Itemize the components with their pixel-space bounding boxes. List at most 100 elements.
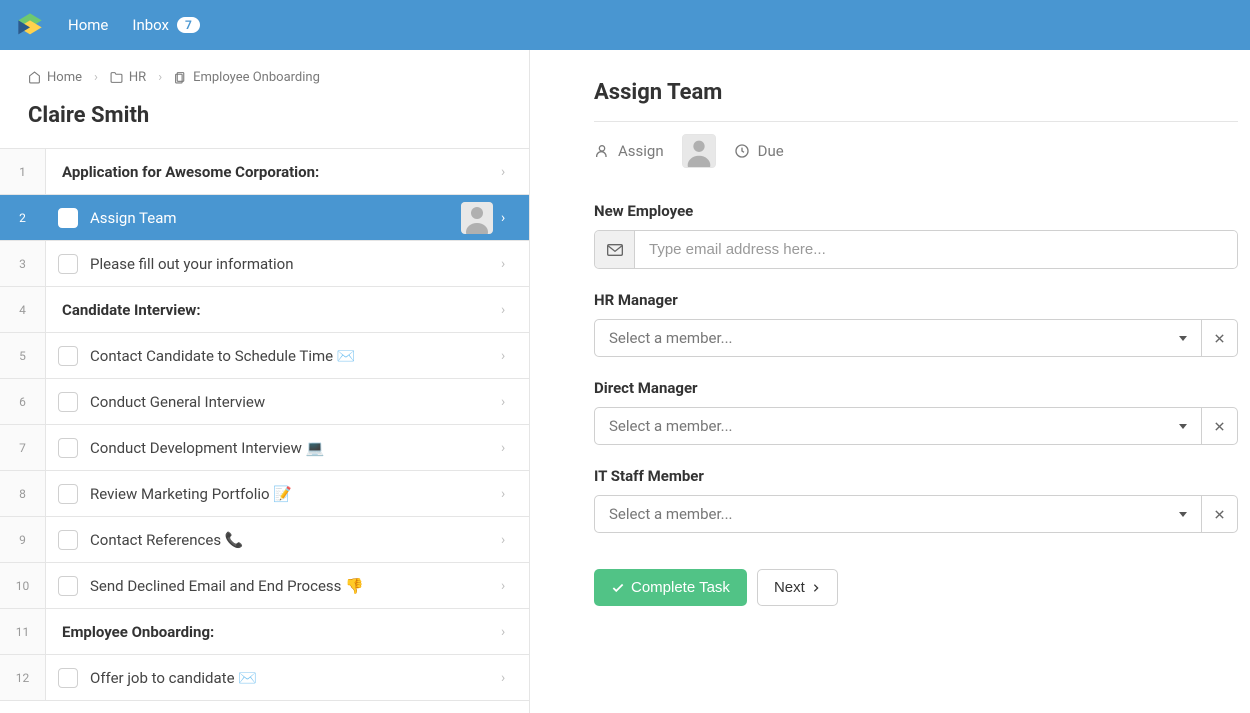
task-checkbox[interactable]	[58, 530, 78, 550]
due-action[interactable]: Due	[734, 142, 784, 160]
chevron-right-icon: ›	[158, 70, 162, 85]
task-row[interactable]: 5 Contact Candidate to Schedule Time ✉️›	[0, 333, 529, 379]
document-icon	[174, 71, 187, 84]
hr-manager-select[interactable]: Select a member...	[594, 319, 1202, 357]
task-number: 1	[0, 149, 46, 194]
task-row[interactable]: 9 Contact References 📞›	[0, 517, 529, 563]
task-row[interactable]: 3Please fill out your information›	[0, 241, 529, 287]
divider	[594, 121, 1238, 122]
task-sidebar: Home › HR › Employee Onboarding Claire S…	[0, 50, 530, 713]
task-label: Application for Awesome Corporation:	[62, 163, 501, 181]
detail-panel: Assign Team Assign Due New Employee	[530, 50, 1250, 713]
direct-manager-select[interactable]: Select a member...	[594, 407, 1202, 445]
task-number: 5	[0, 333, 46, 378]
task-list: 1Application for Awesome Corporation:›2A…	[0, 148, 529, 701]
nav-home[interactable]: Home	[68, 16, 108, 34]
direct-manager-clear[interactable]	[1202, 407, 1238, 445]
chevron-right-icon: ›	[501, 348, 519, 364]
folder-icon	[110, 71, 123, 84]
task-number: 4	[0, 287, 46, 332]
new-employee-input[interactable]	[635, 231, 1237, 268]
task-label: Candidate Interview:	[62, 301, 501, 319]
task-checkbox[interactable]	[58, 438, 78, 458]
task-row[interactable]: 12 Offer job to candidate ✉️›	[0, 655, 529, 701]
assign-action[interactable]: Assign	[594, 142, 664, 160]
it-staff-clear[interactable]	[1202, 495, 1238, 533]
it-staff-select[interactable]: Select a member...	[594, 495, 1202, 533]
user-icon	[594, 143, 610, 159]
task-checkbox[interactable]	[58, 668, 78, 688]
task-number: 8	[0, 471, 46, 516]
task-number: 9	[0, 517, 46, 562]
task-checkbox[interactable]	[58, 254, 78, 274]
task-label: Review Marketing Portfolio 📝	[90, 485, 501, 503]
task-row[interactable]: 4 Candidate Interview:›	[0, 287, 529, 333]
task-checkbox[interactable]	[58, 484, 78, 504]
chevron-right-icon: ›	[501, 210, 519, 226]
chevron-right-icon: ›	[501, 670, 519, 686]
chevron-right-icon	[811, 581, 821, 595]
breadcrumb-home[interactable]: Home	[28, 70, 82, 85]
chevron-right-icon: ›	[501, 302, 519, 318]
task-row[interactable]: 2 Assign Team ›	[0, 195, 529, 241]
task-row[interactable]: 7Conduct Development Interview 💻›	[0, 425, 529, 471]
close-icon	[1214, 509, 1225, 520]
new-employee-label: New Employee	[594, 202, 1238, 220]
next-button[interactable]: Next	[757, 569, 838, 606]
direct-manager-label: Direct Manager	[594, 379, 1238, 397]
task-label: Assign Team	[90, 209, 461, 227]
breadcrumb-folder[interactable]: HR	[110, 70, 146, 85]
task-row[interactable]: 6Conduct General Interview›	[0, 379, 529, 425]
task-label: Conduct Development Interview 💻	[90, 439, 501, 457]
task-row[interactable]: 8 Review Marketing Portfolio 📝›	[0, 471, 529, 517]
task-row[interactable]: 11 Employee Onboarding:›	[0, 609, 529, 655]
hr-manager-clear[interactable]	[1202, 319, 1238, 357]
task-number: 2	[0, 195, 46, 240]
panel-actions: Assign Due	[594, 134, 1238, 168]
breadcrumb: Home › HR › Employee Onboarding	[0, 50, 529, 95]
it-staff-label: IT Staff Member	[594, 467, 1238, 485]
close-icon	[1214, 421, 1225, 432]
chevron-right-icon: ›	[501, 532, 519, 548]
inbox-count-badge: 7	[177, 17, 200, 33]
panel-title: Assign Team	[594, 80, 1238, 105]
assignee-avatar[interactable]	[682, 134, 716, 168]
task-checkbox[interactable]	[58, 576, 78, 596]
task-checkbox[interactable]	[58, 392, 78, 412]
chevron-right-icon: ›	[501, 486, 519, 502]
chevron-right-icon: ›	[501, 440, 519, 456]
caret-down-icon	[1179, 512, 1187, 517]
task-label: Contact Candidate to Schedule Time ✉️	[90, 347, 501, 365]
task-number: 6	[0, 379, 46, 424]
clock-icon	[734, 143, 750, 159]
top-nav: Home Inbox 7	[0, 0, 1250, 50]
chevron-right-icon: ›	[94, 70, 98, 85]
task-row[interactable]: 1 Application for Awesome Corporation:›	[0, 149, 529, 195]
task-label: Offer job to candidate ✉️	[90, 669, 501, 687]
chevron-right-icon: ›	[501, 394, 519, 410]
task-number: 11	[0, 609, 46, 654]
task-assignee-avatar	[461, 202, 493, 234]
nav-inbox[interactable]: Inbox 7	[132, 16, 200, 34]
app-logo	[16, 11, 44, 39]
check-icon	[611, 581, 625, 595]
hr-manager-label: HR Manager	[594, 291, 1238, 309]
task-label: Please fill out your information	[90, 255, 501, 273]
task-checkbox[interactable]	[58, 346, 78, 366]
task-label: Send Declined Email and End Process 👎	[90, 577, 501, 595]
email-icon	[595, 231, 635, 268]
breadcrumb-item[interactable]: Employee Onboarding	[174, 70, 320, 85]
task-number: 12	[0, 655, 46, 700]
chevron-right-icon: ›	[501, 164, 519, 180]
caret-down-icon	[1179, 424, 1187, 429]
task-row[interactable]: 10Send Declined Email and End Process 👎›	[0, 563, 529, 609]
task-label: Contact References 📞	[90, 531, 501, 549]
task-number: 10	[0, 563, 46, 608]
caret-down-icon	[1179, 336, 1187, 341]
task-label: Employee Onboarding:	[62, 623, 501, 641]
task-checkbox[interactable]	[58, 208, 78, 228]
page-title: Claire Smith	[0, 95, 529, 148]
chevron-right-icon: ›	[501, 256, 519, 272]
chevron-right-icon: ›	[501, 624, 519, 640]
complete-task-button[interactable]: Complete Task	[594, 569, 747, 606]
